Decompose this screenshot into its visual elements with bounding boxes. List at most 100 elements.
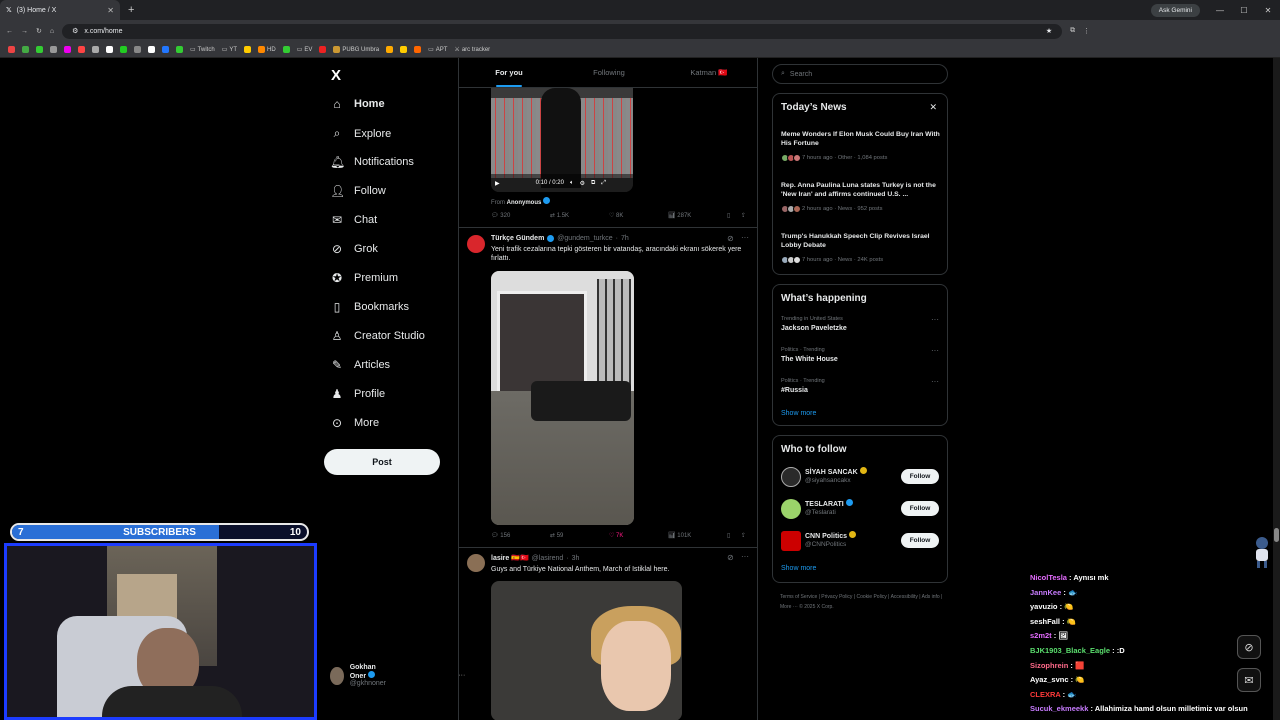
bookmark-icon[interactable] [282, 46, 290, 53]
grok-icon[interactable]: ⊘ [727, 553, 734, 562]
author-name[interactable]: Türkçe Gündem [491, 235, 544, 242]
more-options-icon[interactable]: ··· [931, 346, 939, 355]
pip-icon[interactable]: ⧉ [591, 180, 595, 187]
chat-username[interactable]: Sucuk_ekmeekk [1030, 704, 1088, 713]
like-button[interactable]: ♡ 8K [609, 212, 668, 219]
trend-name[interactable]: The White House [781, 356, 838, 363]
bookmark-icon[interactable] [36, 46, 43, 53]
chat-username[interactable]: NicolTesla [1030, 573, 1067, 582]
show-more-link[interactable]: Show more [781, 565, 816, 572]
bookmark-icon[interactable] [120, 46, 127, 53]
maximize-icon[interactable]: ☐ [1232, 6, 1256, 15]
nav-profile[interactable]: ♟ Profile [330, 387, 386, 401]
forward-icon[interactable]: → [21, 28, 28, 35]
bookmark-star-icon[interactable]: ★ [1046, 27, 1052, 35]
volume-icon[interactable]: 🔈︎ [570, 180, 574, 187]
back-icon[interactable]: ← [6, 28, 13, 35]
more-options-icon[interactable]: ··· [931, 315, 939, 324]
nav-bookmarks[interactable]: ▯ Bookmarks [330, 300, 409, 314]
address-bar[interactable]: ⚙ x.com/home ★ [62, 23, 1063, 39]
bookmark-folder[interactable]: ▭ EV [297, 46, 313, 54]
bookmark-icon[interactable]: ▯ [727, 212, 741, 219]
avatar[interactable] [781, 467, 801, 487]
chat-username[interactable]: Sizophrein [1030, 661, 1068, 670]
share-icon[interactable]: ⇪ [741, 212, 751, 219]
menu-icon[interactable]: ⋮ [1083, 27, 1090, 35]
footer-links[interactable]: Terms of Service | Privacy Policy | Cook… [780, 592, 950, 612]
bookmark-item[interactable]: PUBG Umbra [333, 46, 379, 53]
more-options-icon[interactable]: ··· [741, 552, 749, 561]
bookmark-icon[interactable]: ▯ [727, 532, 741, 539]
bookmark-folder[interactable]: ▭ APT [428, 46, 447, 54]
bookmark-icon[interactable] [78, 46, 85, 53]
reply-button[interactable]: 💬︎ 156 [491, 532, 550, 539]
account-switcher[interactable]: Gokhan Oner @gkhnoner ··· [330, 664, 465, 687]
site-info-icon[interactable]: ⚙ [72, 27, 78, 35]
bookmark-icon[interactable] [400, 46, 408, 53]
bookmark-icon[interactable] [22, 46, 29, 53]
avatar[interactable] [781, 499, 801, 519]
views-button[interactable]: 📊︎ 287K [668, 212, 727, 219]
trend-name[interactable]: #Russia [781, 387, 808, 394]
avatar[interactable] [467, 235, 485, 253]
follow-button[interactable]: Follow [901, 533, 939, 548]
more-options-icon[interactable]: ··· [741, 233, 749, 242]
author-handle[interactable]: @gundem_turkce [557, 235, 612, 242]
browser-tab[interactable]: 𝕏 (3) Home / X ✕ [0, 0, 120, 20]
bookmark-icon[interactable] [106, 46, 113, 53]
tab-katman[interactable]: Katman 🇹🇷 [659, 58, 757, 87]
nav-creator-studio[interactable]: ♙ Creator Studio [330, 329, 425, 343]
extensions-icon[interactable]: ⧉ [1070, 27, 1075, 35]
scrollbar-thumb[interactable] [1274, 528, 1279, 542]
bookmark-icon[interactable] [92, 46, 99, 53]
news-headline[interactable]: Trump's Hanukkah Speech Clip Revives Isr… [781, 232, 941, 250]
nav-articles[interactable]: ✎ Articles [330, 358, 390, 372]
nav-premium[interactable]: ✪ Premium [330, 271, 398, 285]
news-headline[interactable]: Meme Wonders If Elon Musk Could Buy Iran… [781, 130, 941, 148]
avatar[interactable] [781, 531, 801, 551]
author-handle[interactable]: @lasirend [532, 555, 564, 562]
nav-follow[interactable]: 👤︎ Follow [330, 184, 386, 198]
bookmark-item[interactable]: ⚔ arc tracker [454, 46, 490, 54]
nav-explore[interactable]: ⌕ Explore [330, 126, 392, 141]
news-headline[interactable]: Rep. Anna Paulina Luna states Turkey is … [781, 181, 941, 199]
chat-username[interactable]: yavuzio [1030, 602, 1058, 611]
home-browser-icon[interactable]: ⌂ [50, 28, 54, 35]
bookmark-icon[interactable] [8, 46, 15, 53]
post-video[interactable] [491, 581, 682, 720]
bookmark-icon[interactable] [414, 46, 422, 53]
search-input[interactable]: ⌕ Search [772, 64, 948, 84]
grok-icon[interactable]: ⊘ [1237, 635, 1261, 659]
bookmark-folder[interactable]: ▭ Twitch [190, 46, 215, 54]
suggestion-name[interactable]: TESLARATI [805, 499, 853, 508]
tab-for-you[interactable]: For you [459, 58, 559, 87]
show-more-link[interactable]: Show more [781, 410, 816, 417]
scrollbar[interactable] [1273, 58, 1280, 720]
close-icon[interactable]: ✕ [929, 102, 937, 113]
share-icon[interactable]: ⇪ [741, 532, 751, 539]
chat-username[interactable]: s2m2t [1030, 631, 1052, 640]
close-tab-icon[interactable]: ✕ [107, 6, 114, 15]
bookmark-icon[interactable] [176, 46, 183, 53]
bookmark-icon[interactable] [134, 46, 141, 53]
fullscreen-icon[interactable]: ⤢ [601, 180, 606, 187]
suggestion-name[interactable]: SİYAH SANCAK [805, 467, 867, 476]
post-video[interactable]: ▶ 0:10 / 0:20 🔈︎ ⚙ ⧉ ⤢ [491, 88, 633, 192]
bookmark-icon[interactable] [50, 46, 57, 53]
like-button[interactable]: ♡ 7K [609, 532, 668, 539]
bookmark-icon[interactable] [148, 46, 155, 53]
trend-name[interactable]: Jackson Paveletzke [781, 325, 847, 332]
follow-button[interactable]: Follow [901, 501, 939, 516]
views-button[interactable]: 📊︎ 101K [668, 532, 727, 539]
bookmark-folder[interactable]: ▭ YT [222, 46, 237, 54]
bookmark-icon[interactable] [162, 46, 169, 53]
post-video[interactable] [491, 271, 634, 525]
settings-icon[interactable]: ⚙ [580, 180, 585, 187]
new-tab-icon[interactable]: + [128, 4, 134, 16]
suggestion-name[interactable]: CNN Politics [805, 531, 856, 540]
chat-username[interactable]: seshFall [1030, 617, 1060, 626]
author-name[interactable]: lasire 🇪🇸🇹🇷 [491, 554, 529, 562]
bookmark-icon[interactable] [386, 46, 394, 53]
chat-username[interactable]: Ayaz_svnc [1030, 675, 1069, 684]
reload-icon[interactable]: ↻ [36, 27, 42, 35]
